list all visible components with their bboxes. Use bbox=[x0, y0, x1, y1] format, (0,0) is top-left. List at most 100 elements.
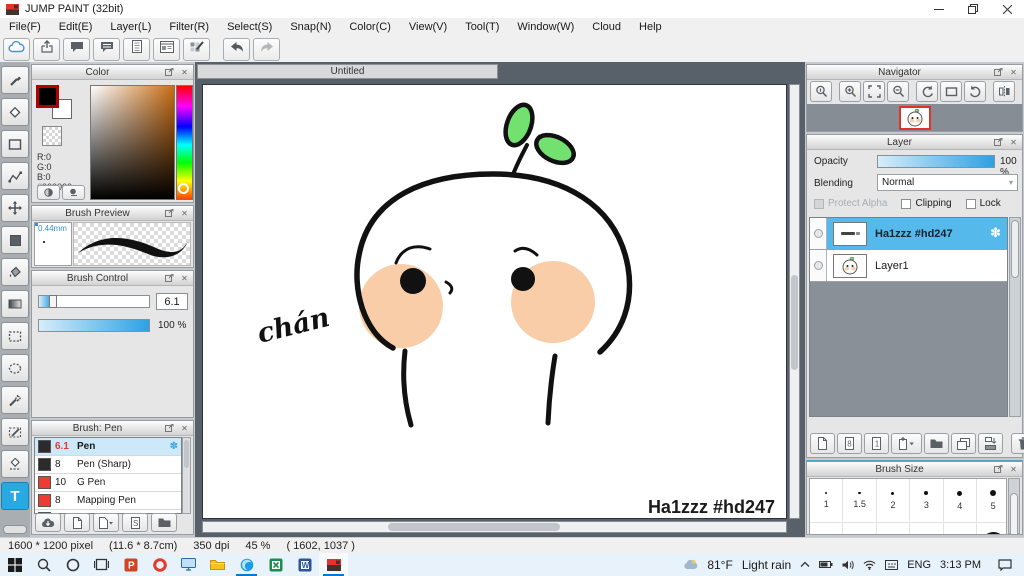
close-panel-icon[interactable]: ✕ bbox=[178, 208, 191, 219]
size-option-row2-1[interactable] bbox=[810, 523, 844, 534]
menu-help[interactable]: Help bbox=[630, 21, 671, 33]
size-option-row2-4[interactable] bbox=[910, 523, 944, 534]
size-option-5[interactable]: 5 bbox=[976, 479, 1006, 523]
new-folder-button[interactable] bbox=[924, 433, 949, 454]
lasso-tool[interactable] bbox=[1, 354, 29, 382]
close-panel-icon[interactable]: ✕ bbox=[178, 273, 191, 284]
brush-item-mapping-pen[interactable]: 8 Mapping Pen bbox=[35, 492, 181, 510]
brush-item-pen-sharp[interactable]: 8 Pen (Sharp) bbox=[35, 456, 181, 474]
menu-layer[interactable]: Layer(L) bbox=[101, 21, 160, 33]
lock-checkbox[interactable]: Lock bbox=[965, 198, 1001, 209]
text-tool[interactable]: T bbox=[1, 482, 29, 510]
popout-icon[interactable] bbox=[163, 423, 176, 434]
layer-list-scrollbar[interactable] bbox=[1009, 217, 1021, 417]
gradient-tool[interactable] bbox=[1, 290, 29, 318]
opera-icon[interactable] bbox=[145, 553, 174, 576]
layer-settings-icon[interactable]: ✽ bbox=[990, 226, 1001, 241]
tool-strip-scrollbar[interactable] bbox=[3, 525, 27, 534]
excel-icon[interactable] bbox=[261, 553, 290, 576]
size-option-row2-3[interactable] bbox=[877, 523, 911, 534]
search-icon[interactable] bbox=[29, 553, 58, 576]
select-fill-tool[interactable] bbox=[1, 226, 29, 254]
menu-select[interactable]: Select(S) bbox=[218, 21, 281, 33]
protect-alpha-checkbox[interactable]: Protect Alpha bbox=[814, 198, 887, 209]
shape-rect-tool[interactable] bbox=[1, 130, 29, 158]
size-option-row2-2[interactable] bbox=[843, 523, 877, 534]
move-tool[interactable] bbox=[1, 194, 29, 222]
document-button[interactable] bbox=[123, 37, 150, 61]
close-panel-icon[interactable]: ✕ bbox=[1007, 137, 1020, 148]
jump-paint-taskbar-icon[interactable] bbox=[319, 553, 348, 576]
document-tab[interactable]: Untitled bbox=[197, 64, 498, 79]
new-8bit-layer-button[interactable]: 8 bbox=[837, 433, 862, 454]
popout-icon[interactable] bbox=[163, 208, 176, 219]
menu-cloud[interactable]: Cloud bbox=[583, 21, 630, 33]
new-1bit-layer-button[interactable]: 1 bbox=[864, 433, 889, 454]
saturation-value-picker[interactable] bbox=[90, 85, 175, 200]
touch-keyboard-icon[interactable] bbox=[885, 559, 899, 570]
minimize-button[interactable] bbox=[922, 0, 956, 18]
hue-slider[interactable] bbox=[176, 85, 193, 200]
clipping-checkbox[interactable]: Clipping bbox=[901, 198, 952, 209]
menu-edit[interactable]: Edit(E) bbox=[50, 21, 102, 33]
layer-visibility-toggle[interactable] bbox=[810, 250, 827, 281]
layer-item-layer1[interactable]: Layer1 bbox=[810, 250, 1007, 282]
weather-icon[interactable] bbox=[683, 559, 698, 570]
size-option-4[interactable]: 4 bbox=[943, 479, 977, 523]
select-rect-tool[interactable] bbox=[1, 322, 29, 350]
notification-icon[interactable] bbox=[998, 558, 1012, 571]
rotate-right-button[interactable] bbox=[964, 81, 986, 102]
popout-icon[interactable] bbox=[992, 67, 1005, 78]
popout-icon[interactable] bbox=[992, 137, 1005, 148]
zoom-out-button[interactable] bbox=[887, 81, 909, 102]
menu-tool[interactable]: Tool(T) bbox=[456, 21, 508, 33]
brush-list-scrollbar[interactable] bbox=[182, 437, 191, 514]
size-option-2[interactable]: 2 bbox=[876, 479, 911, 523]
menu-snap[interactable]: Snap(N) bbox=[281, 21, 340, 33]
size-option-1-5[interactable]: 1.5 bbox=[843, 479, 877, 523]
add-layer-menu-button[interactable] bbox=[891, 433, 922, 454]
layer-opacity-slider[interactable] bbox=[877, 155, 995, 168]
size-option-3[interactable]: 3 bbox=[910, 479, 944, 523]
select-eraser-tool[interactable] bbox=[1, 450, 29, 478]
brush-size-value[interactable]: 6.1 bbox=[156, 293, 188, 310]
undo-button[interactable] bbox=[223, 37, 250, 61]
redo-button[interactable] bbox=[253, 37, 280, 61]
canvas-horizontal-scrollbar[interactable] bbox=[202, 521, 787, 533]
wifi-icon[interactable] bbox=[863, 560, 876, 570]
bucket-tool[interactable] bbox=[1, 258, 29, 286]
menu-filter[interactable]: Filter(R) bbox=[160, 21, 218, 33]
task-view-icon[interactable] bbox=[87, 553, 116, 576]
popout-icon[interactable] bbox=[992, 464, 1005, 475]
merge-layer-button[interactable] bbox=[978, 433, 1003, 454]
navigator-viewport[interactable] bbox=[898, 105, 931, 130]
edge-icon[interactable] bbox=[232, 553, 261, 576]
cloud-button[interactable] bbox=[3, 37, 30, 61]
clock[interactable]: 3:13 PM bbox=[940, 559, 981, 571]
close-panel-icon[interactable]: ✕ bbox=[178, 67, 191, 78]
language-indicator[interactable]: ENG bbox=[907, 559, 931, 571]
layer-visibility-toggle[interactable] bbox=[810, 218, 827, 249]
battery-icon[interactable] bbox=[819, 560, 833, 569]
start-button[interactable] bbox=[0, 553, 29, 576]
brush-item-g-pen[interactable]: 10 G Pen bbox=[35, 474, 181, 492]
fit-screen-button[interactable] bbox=[863, 81, 885, 102]
zoom-actual-button[interactable] bbox=[810, 81, 832, 102]
color-swap-button[interactable] bbox=[62, 185, 85, 200]
material-panel-button[interactable] bbox=[153, 37, 180, 61]
comment-detail-button[interactable] bbox=[93, 37, 120, 61]
menu-window[interactable]: Window(W) bbox=[508, 21, 583, 33]
brush-cloud-download-button[interactable] bbox=[35, 513, 61, 532]
color-wheel-button[interactable] bbox=[37, 185, 60, 200]
restore-button[interactable] bbox=[956, 0, 990, 18]
polyline-tool[interactable] bbox=[1, 162, 29, 190]
rotate-left-button[interactable] bbox=[916, 81, 938, 102]
file-explorer-icon[interactable] bbox=[203, 553, 232, 576]
close-panel-icon[interactable]: ✕ bbox=[178, 423, 191, 434]
close-panel-icon[interactable]: ✕ bbox=[1007, 67, 1020, 78]
brush-new-button[interactable] bbox=[64, 513, 90, 532]
brush-new-menu-button[interactable] bbox=[93, 513, 119, 532]
transparent-color-swatch[interactable] bbox=[42, 126, 62, 146]
magic-wand-tool[interactable] bbox=[1, 386, 29, 414]
zoom-in-button[interactable] bbox=[839, 81, 861, 102]
